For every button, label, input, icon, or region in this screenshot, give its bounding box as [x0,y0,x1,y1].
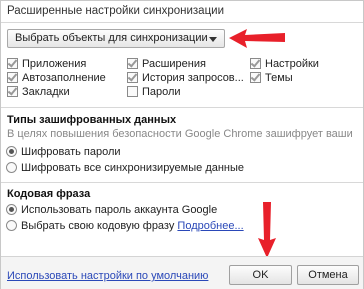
check-icon [250,57,261,69]
passphrase-section-title: Кодовая фраза [7,188,91,200]
select-sync-items-label: Выбрать объекты для синхронизации [15,32,208,44]
divider [1,107,363,108]
checkbox-label: Расширения [142,58,206,70]
radio-encrypt-passwords[interactable]: Шифровать пароли [6,145,121,159]
radio-custom-passphrase[interactable]: Выбрать свою кодовую фразу Подробнее... [6,219,244,233]
check-icon [250,71,261,83]
radio-empty-icon [6,161,17,173]
checkbox-label: Настройки [265,58,319,70]
radio-selected-icon [6,145,17,157]
chevron-down-icon [209,37,217,42]
checkbox-label: История запросов... [142,72,244,84]
checkbox-autofill[interactable]: Автозаполнение [7,71,106,85]
dialog-title: Расширенные настройки синхронизации [7,5,225,17]
checkbox-apps[interactable]: Приложения [7,57,87,71]
sync-settings-dialog: Расширенные настройки синхронизации Выбр… [0,0,364,289]
checkbox-label: Автозаполнение [22,72,106,84]
radio-use-google-password[interactable]: Использовать пароль аккаунта Google [6,203,218,217]
encryption-description: В целях повышения безопасности Google Ch… [7,128,353,140]
checkbox-label: Закладки [22,86,70,98]
radio-selected-icon [6,203,17,215]
radio-label: Выбрать свою кодовую фразу [21,220,175,232]
red-arrow-icon [258,202,276,258]
radio-label: Шифровать все синхронизируемые данные [21,162,245,174]
checkbox-label: Приложения [22,58,87,70]
check-icon [7,71,18,83]
cancel-button[interactable]: Отмена [297,265,359,285]
checkbox-label: Темы [265,72,293,84]
checkbox-settings[interactable]: Настройки [250,57,319,71]
ok-button[interactable]: OK [229,265,292,285]
divider [1,182,363,183]
select-sync-items-button[interactable]: Выбрать объекты для синхронизации [7,29,225,48]
red-arrow-icon [229,29,285,48]
check-icon [7,57,18,69]
check-icon [127,57,138,69]
radio-label: Шифровать пароли [21,146,121,158]
checkbox-bookmarks[interactable]: Закладки [7,85,70,99]
checkbox-extensions[interactable]: Расширения [127,57,206,71]
radio-label: Использовать пароль аккаунта Google [21,204,218,216]
check-icon [7,85,18,97]
reset-defaults-link[interactable]: Использовать настройки по умолчанию [7,270,208,282]
checkbox-history[interactable]: История запросов... [127,71,244,85]
divider [1,22,363,23]
dialog-footer: Использовать настройки по умолчанию OK О… [1,256,363,289]
radio-empty-icon [6,219,17,231]
radio-encrypt-all[interactable]: Шифровать все синхронизируемые данные [6,161,245,175]
encryption-section-title: Типы зашифрованных данных [7,114,177,126]
checkbox-themes[interactable]: Темы [250,71,293,85]
learn-more-link[interactable]: Подробнее... [177,220,243,232]
checkbox-passwords[interactable]: Пароли [127,85,181,99]
checkbox-empty [127,85,138,97]
check-icon [127,71,138,83]
checkbox-label: Пароли [142,86,181,98]
